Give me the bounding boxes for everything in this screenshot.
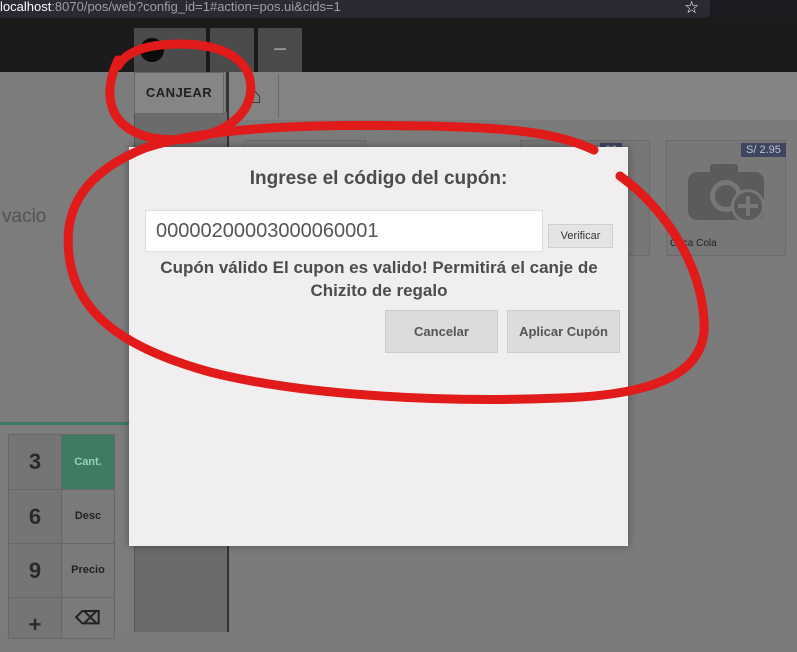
verify-button[interactable]: Verificar bbox=[548, 224, 613, 248]
numpad-key-3[interactable]: 3 bbox=[8, 434, 62, 490]
product-price: S/ 2.95 bbox=[741, 143, 786, 157]
backspace-icon[interactable]: ⌫ bbox=[61, 597, 115, 639]
coupon-code-input[interactable] bbox=[145, 210, 543, 252]
home-icon[interactable]: ⌂ bbox=[232, 74, 279, 118]
dialog-title: Ingrese el código del cupón: bbox=[249, 168, 508, 189]
star-icon[interactable]: ☆ bbox=[684, 0, 699, 18]
redeem-button[interactable]: CANJEAR bbox=[134, 72, 224, 114]
url-path: :8070/pos/web?config_id=1#action=pos.ui&… bbox=[51, 0, 341, 14]
url-host: localhost bbox=[0, 0, 52, 14]
numpad-mode-discount[interactable]: Desc bbox=[61, 489, 115, 544]
numpad-key-9[interactable]: 9 bbox=[8, 543, 62, 598]
minus-button[interactable]: − bbox=[258, 28, 302, 72]
camera-add-icon bbox=[688, 164, 765, 223]
coupon-status-message: Cupón válido El cupon es valido! Permiti… bbox=[160, 258, 598, 300]
url-bar[interactable]: localhost:8070/pos/web?config_id=1#actio… bbox=[0, 0, 710, 18]
empty-order-text: vacio bbox=[2, 206, 47, 227]
product-name: Coca Cola bbox=[670, 238, 717, 249]
products-bar bbox=[229, 72, 797, 120]
session-icon bbox=[140, 38, 164, 62]
numpad-key-plus-minus[interactable]: + bbox=[8, 597, 62, 639]
numpad-key-6[interactable]: 6 bbox=[8, 489, 62, 544]
pos-header bbox=[0, 18, 797, 72]
apply-coupon-button[interactable]: Aplicar Cupón bbox=[507, 310, 620, 353]
numpad-mode-price[interactable]: Precio bbox=[61, 543, 115, 598]
session-button[interactable] bbox=[134, 28, 206, 72]
cancel-button[interactable]: Cancelar bbox=[385, 310, 498, 353]
numpad-mode-quantity[interactable]: Cant. bbox=[61, 434, 115, 490]
header-button[interactable] bbox=[210, 28, 254, 72]
